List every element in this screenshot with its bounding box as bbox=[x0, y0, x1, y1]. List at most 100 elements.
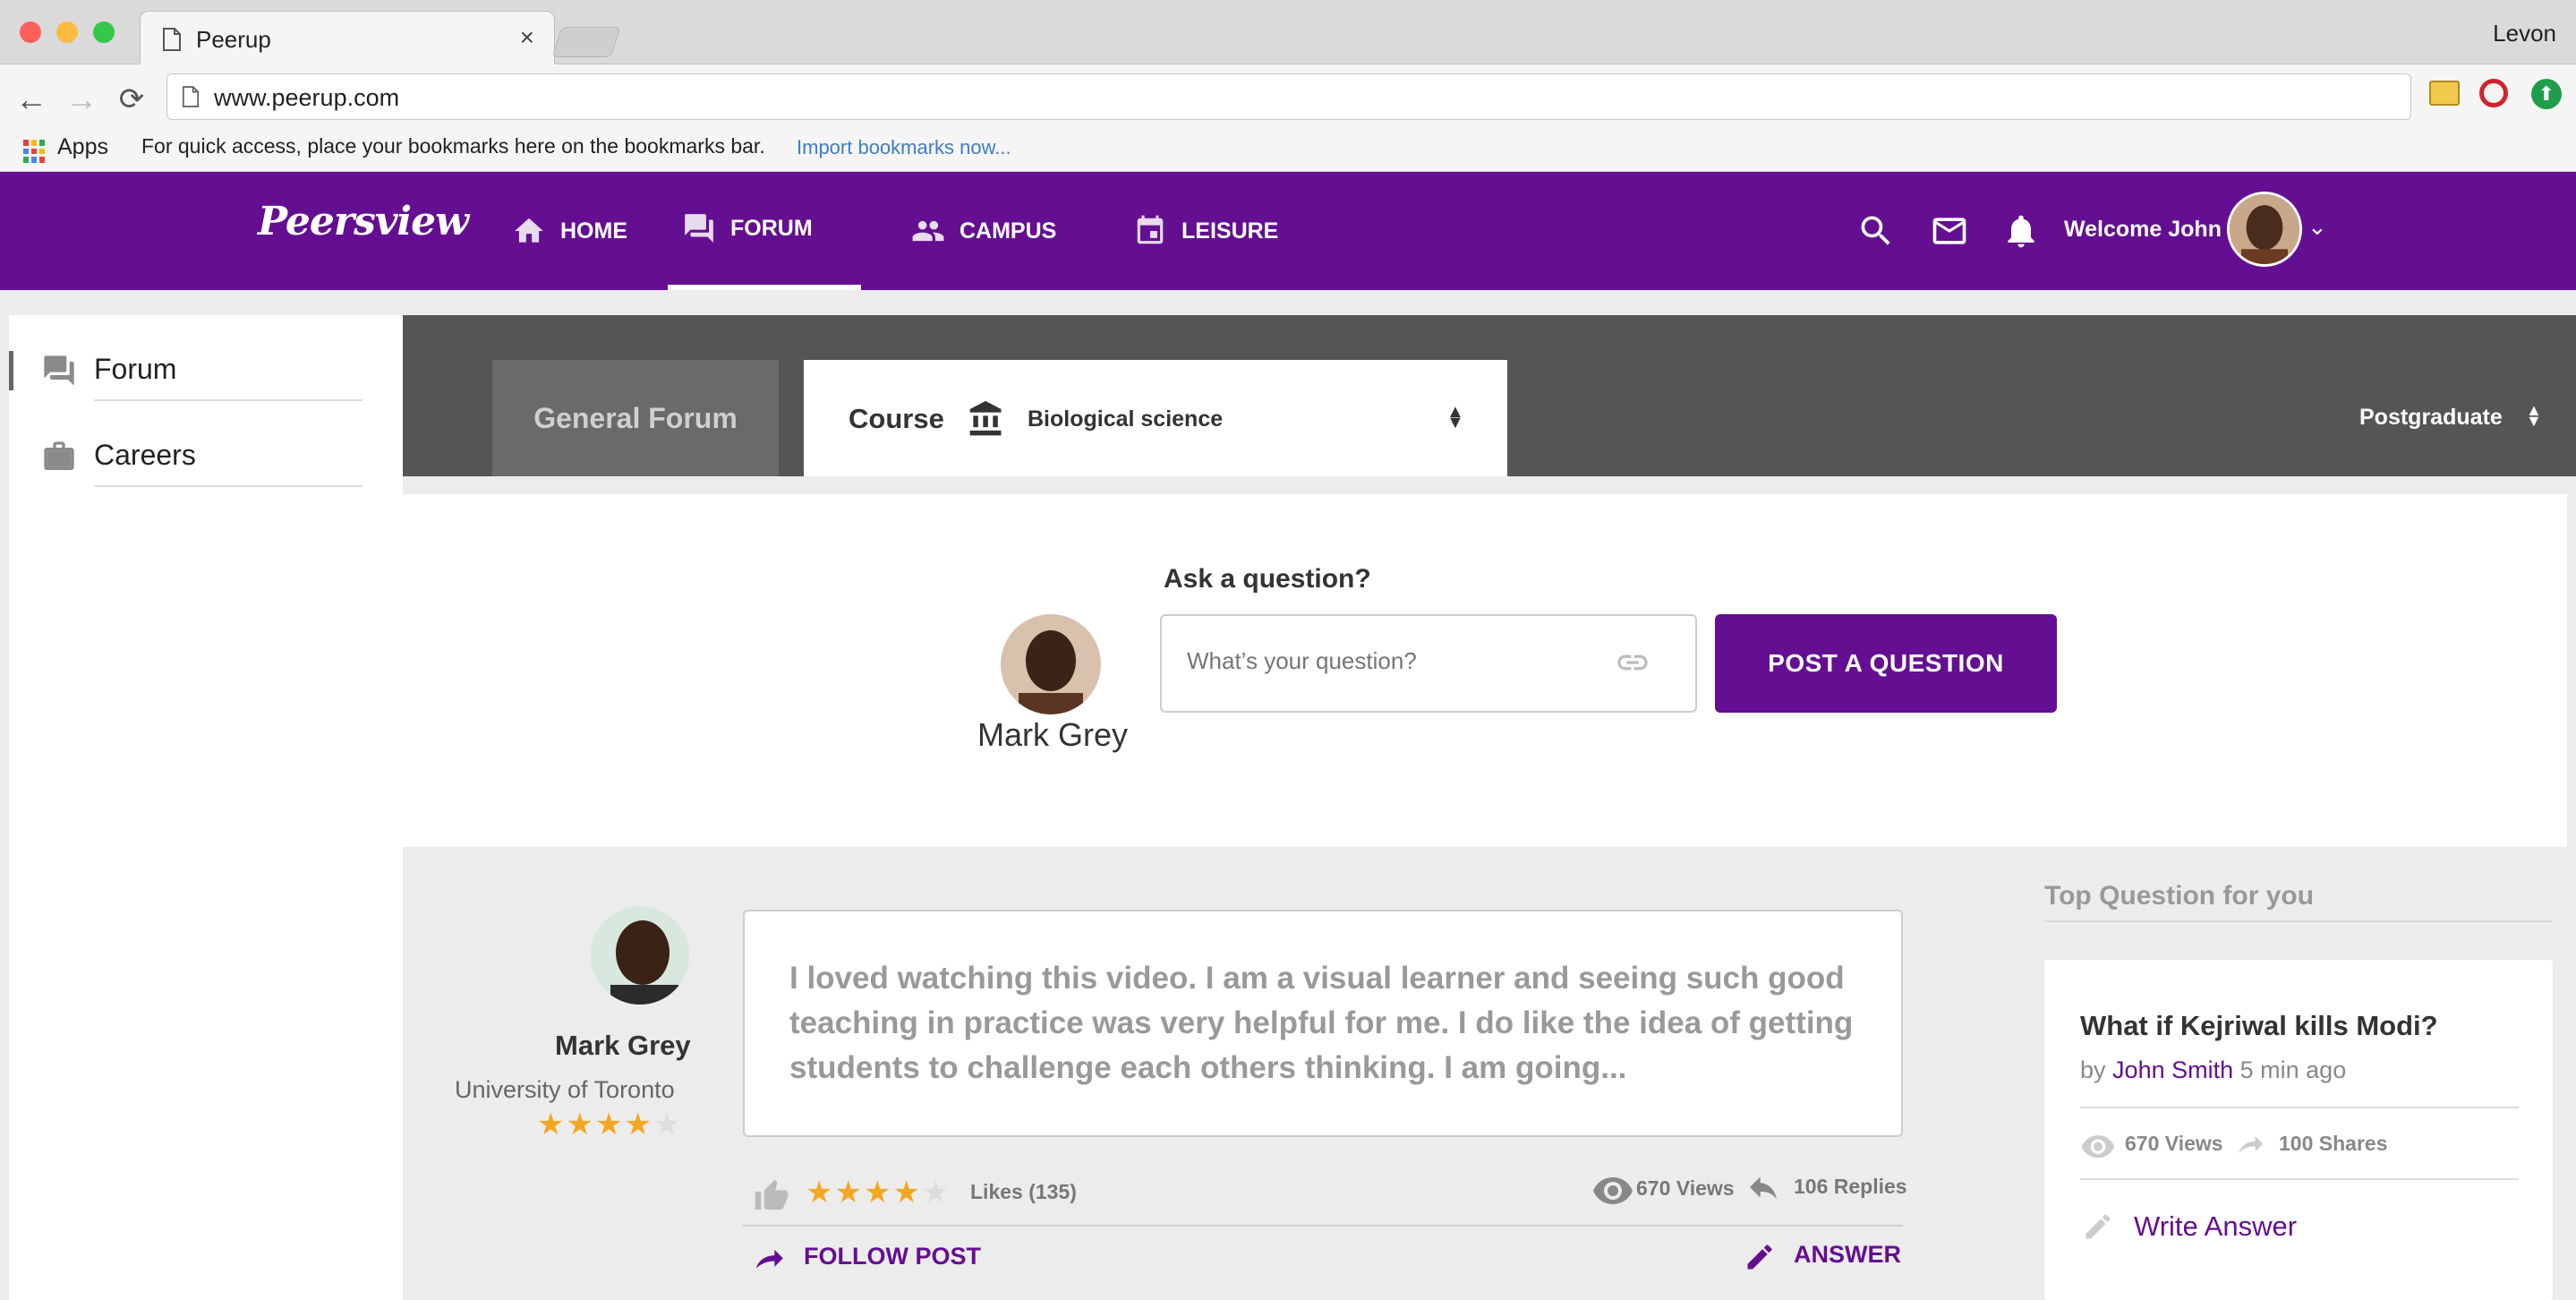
replies-count: 106 Replies bbox=[1794, 1175, 1907, 1198]
question-field[interactable] bbox=[1160, 614, 1697, 713]
course-label: Course bbox=[849, 403, 944, 434]
welcome-text: Welcome John bbox=[2064, 217, 2222, 242]
top-question-card[interactable]: What if Kejriwal kills Modi? by John Smi… bbox=[2044, 960, 2553, 1300]
extension-ruler-icon[interactable] bbox=[2429, 81, 2460, 106]
bell-icon[interactable] bbox=[2001, 211, 2041, 251]
tab-course[interactable]: Course Biological science ▲ ▼ bbox=[804, 360, 1507, 476]
browser-tab-strip: Peerup × Levon bbox=[0, 0, 2576, 66]
ask-question-panel: Ask a question? Mark Grey POST A QUESTIO… bbox=[403, 494, 2567, 847]
reply-icon bbox=[1745, 1169, 1781, 1205]
forward-icon[interactable]: → bbox=[59, 77, 104, 122]
author-rating-stars: ★★★★★ bbox=[537, 1108, 683, 1142]
avatar bbox=[1001, 614, 1101, 714]
extension-opera-icon[interactable] bbox=[2479, 79, 2508, 107]
sidebar-item-careers[interactable]: Careers bbox=[9, 401, 403, 487]
nav-forum-label: FORUM bbox=[730, 215, 813, 241]
link-icon[interactable] bbox=[1615, 645, 1651, 680]
nav-leisure-label: LEISURE bbox=[1181, 218, 1279, 244]
address-bar[interactable]: www.peerup.com bbox=[166, 73, 2411, 120]
post-question-button[interactable]: POST A QUESTION bbox=[1715, 614, 2057, 713]
url-text[interactable]: www.peerup.com bbox=[214, 84, 399, 112]
bookmarks-bar: Apps For quick access, place your bookma… bbox=[0, 133, 2576, 172]
divider bbox=[743, 1225, 1903, 1227]
by-label: by bbox=[2080, 1056, 2106, 1083]
sidebar-item-label: Careers bbox=[94, 439, 196, 471]
sort-arrows-icon[interactable]: ▲ ▼ bbox=[2526, 402, 2542, 429]
nav-campus[interactable]: CAMPUS bbox=[897, 172, 1070, 290]
maximize-window-button[interactable] bbox=[93, 21, 115, 43]
site-logo[interactable]: Peersview bbox=[258, 199, 469, 244]
sidebar: Forum Careers bbox=[9, 315, 403, 1300]
level-select[interactable]: Postgraduate bbox=[2359, 405, 2503, 431]
page-info-icon[interactable] bbox=[182, 86, 200, 107]
home-icon bbox=[515, 218, 543, 243]
minimize-window-button[interactable] bbox=[56, 21, 78, 43]
people-icon bbox=[912, 220, 944, 242]
import-bookmarks-link[interactable]: Import bookmarks now... bbox=[797, 136, 1011, 159]
write-answer-button[interactable]: Write Answer bbox=[2134, 1210, 2297, 1243]
extension-upload-icon[interactable]: ⬆ bbox=[2531, 79, 2562, 109]
new-tab-button[interactable] bbox=[551, 27, 621, 57]
divider bbox=[2080, 1178, 2519, 1180]
apps-grid-icon[interactable] bbox=[23, 140, 47, 163]
sidebar-item-forum[interactable]: Forum bbox=[9, 315, 403, 401]
ask-user-name: Mark Grey bbox=[977, 716, 1129, 753]
follow-post-button[interactable]: FOLLOW POST bbox=[804, 1243, 981, 1270]
chevron-down-icon[interactable]: ⌄ bbox=[2307, 213, 2327, 241]
nav-leisure[interactable]: LEISURE bbox=[1119, 172, 1292, 290]
course-select[interactable]: Biological science bbox=[1028, 406, 1223, 432]
post-question-label: POST A QUESTION bbox=[1768, 649, 2004, 677]
question-input[interactable] bbox=[1185, 646, 1597, 676]
bookmarks-hint: For quick access, place your bookmarks h… bbox=[141, 134, 765, 158]
back-icon[interactable]: ← bbox=[9, 77, 54, 122]
top-question-views: 670 Views bbox=[2125, 1132, 2223, 1155]
pencil-icon[interactable] bbox=[2082, 1210, 2114, 1243]
top-question-title[interactable]: What if Kejriwal kills Modi? bbox=[2080, 1010, 2438, 1042]
views-count: 670 Views bbox=[1636, 1176, 1735, 1200]
follow-arrow-icon[interactable] bbox=[752, 1243, 786, 1277]
forum-icon bbox=[41, 353, 77, 389]
reload-icon[interactable]: ⟳ bbox=[109, 77, 154, 122]
avatar[interactable] bbox=[591, 906, 689, 1005]
forum-tab-bar: General Forum Course Biological science … bbox=[403, 315, 2576, 476]
user-avatar[interactable] bbox=[2227, 192, 2302, 267]
answer-button[interactable]: ANSWER bbox=[1794, 1241, 1901, 1269]
thumbs-up-icon[interactable] bbox=[754, 1178, 789, 1214]
active-indicator bbox=[9, 351, 13, 390]
post-author-university: University of Toronto bbox=[455, 1076, 675, 1103]
eye-icon bbox=[1591, 1171, 1634, 1207]
top-question-meta: by John Smith 5 min ago bbox=[2080, 1056, 2346, 1084]
forum-icon bbox=[685, 214, 713, 243]
institution-icon bbox=[967, 399, 1006, 439]
pencil-icon[interactable] bbox=[1744, 1241, 1776, 1273]
post-author-name[interactable]: Mark Grey bbox=[555, 1030, 691, 1062]
post-content-card[interactable]: I loved watching this video. I am a visu… bbox=[743, 910, 1903, 1137]
post-rating-stars[interactable]: ★★★★★ bbox=[806, 1175, 951, 1210]
page-icon bbox=[163, 28, 181, 51]
sort-arrows-icon[interactable]: ▲ ▼ bbox=[1446, 403, 1464, 432]
post-text: I loved watching this video. I am a visu… bbox=[789, 961, 1854, 1085]
browser-tab[interactable]: Peerup × bbox=[140, 11, 555, 66]
divider bbox=[2044, 920, 2553, 922]
apps-bookmark[interactable]: Apps bbox=[57, 134, 108, 160]
tab-close-icon[interactable]: × bbox=[520, 23, 534, 52]
nav-forum[interactable]: FORUM bbox=[668, 172, 861, 290]
share-icon bbox=[2232, 1130, 2268, 1160]
calendar-icon bbox=[1137, 215, 1164, 244]
profile-name[interactable]: Levon bbox=[2493, 20, 2556, 47]
divider bbox=[94, 485, 363, 487]
briefcase-icon bbox=[41, 439, 77, 475]
top-question-heading: Top Question for you bbox=[2044, 881, 2315, 911]
nav-home-label: HOME bbox=[560, 218, 627, 244]
ask-title: Ask a question? bbox=[1164, 564, 1371, 594]
site-header: Peersview HOME FORUM CAMPUS LEISURE Welc… bbox=[0, 172, 2576, 290]
mail-icon[interactable] bbox=[1930, 211, 1969, 251]
top-question-author[interactable]: John Smith bbox=[2112, 1056, 2233, 1083]
tab-general-label: General Forum bbox=[533, 401, 738, 434]
search-icon[interactable] bbox=[1856, 211, 1896, 251]
top-question-time: 5 min ago bbox=[2239, 1056, 2347, 1083]
likes-count: Likes (135) bbox=[970, 1180, 1077, 1203]
close-window-button[interactable] bbox=[20, 21, 41, 43]
tab-general-forum[interactable]: General Forum bbox=[492, 360, 779, 476]
nav-home[interactable]: HOME bbox=[498, 172, 642, 290]
